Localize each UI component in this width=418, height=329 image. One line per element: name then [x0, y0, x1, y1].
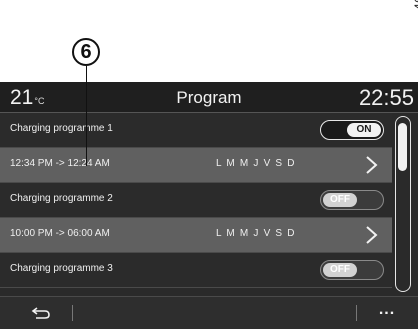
toggle-state-label: OFF [323, 263, 357, 277]
programme-3-label: Charging programme 3 [10, 263, 113, 274]
toggle-state-label: OFF [323, 193, 357, 207]
programme-2-days: L M M J V S D [216, 228, 296, 239]
more-options-icon[interactable]: ... [375, 301, 399, 321]
programme-1-label: Charging programme 1 [10, 123, 113, 134]
chevron-right-icon [366, 156, 378, 174]
toggle-state-label: ON [347, 123, 381, 137]
callout-leader-line [86, 66, 87, 166]
figure-reference-number: 46875 [412, 0, 418, 10]
status-bar: 21°C Program 22:55 [0, 82, 418, 113]
scrollbar-thumb[interactable] [398, 123, 407, 171]
programme-1-schedule-row[interactable]: 12:34 PM -> 12:24 AM L M M J V S D [0, 148, 392, 183]
back-arrow-icon[interactable] [30, 305, 52, 321]
divider [72, 305, 73, 321]
program-screen: 21°C Program 22:55 Charging programme 1 … [0, 82, 418, 329]
programme-2-row: Charging programme 2 OFF [0, 183, 392, 218]
programme-1-row: Charging programme 1 ON [0, 113, 392, 148]
divider [356, 305, 357, 321]
scrollbar[interactable] [395, 116, 411, 292]
programme-1-days: L M M J V S D [216, 158, 296, 169]
programme-2-label: Charging programme 2 [10, 193, 113, 204]
programme-2-schedule: 10:00 PM -> 06:00 AM [10, 228, 110, 239]
programme-2-toggle[interactable]: OFF [320, 190, 384, 210]
programme-1-schedule: 12:34 PM -> 12:24 AM [10, 158, 110, 169]
programme-3-toggle[interactable]: OFF [320, 260, 384, 280]
bottom-bar: ... [0, 296, 418, 329]
callout-marker: 6 [72, 38, 100, 66]
clock: 22:55 [358, 85, 414, 110]
chevron-right-icon [366, 226, 378, 244]
programme-2-schedule-row[interactable]: 10:00 PM -> 06:00 AM L M M J V S D [0, 218, 392, 253]
programme-1-toggle[interactable]: ON [320, 120, 384, 140]
page-title: Program [176, 88, 242, 107]
programme-3-row: Charging programme 3 OFF [0, 253, 392, 288]
